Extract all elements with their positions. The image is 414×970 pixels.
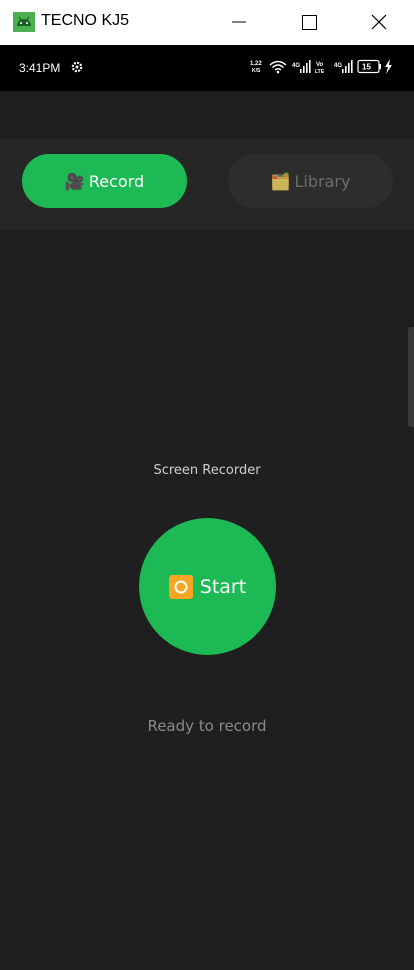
- android-status-bar: 3:41PM 1.22 K/S 4G Vo LTE 4G 15: [0, 45, 414, 91]
- tab-library-label: Library: [294, 171, 351, 191]
- tab-bar: 🎥 Record 🗂️ Library: [0, 139, 414, 230]
- network-type-2: 4G: [334, 63, 342, 69]
- settings-gear-icon: [71, 61, 83, 73]
- close-icon[interactable]: [365, 8, 393, 36]
- start-label: Start: [199, 575, 247, 598]
- volte-top: Vo: [316, 62, 324, 68]
- record-button-icon: [168, 574, 193, 599]
- battery-level: 15: [362, 63, 371, 72]
- charging-icon: [385, 59, 392, 74]
- signal-icon: [300, 60, 311, 73]
- status-icons: 1.22 K/S 4G Vo LTE 4G 15: [250, 59, 392, 75]
- tab-record-label: Record: [88, 171, 145, 191]
- movie-camera-icon: 🎥: [64, 171, 85, 191]
- net-speed-value: 1.22: [250, 61, 262, 67]
- window-titlebar: TECNO KJ5: [0, 0, 414, 45]
- android-icon: [13, 12, 35, 32]
- scrollbar[interactable]: [408, 327, 414, 427]
- volte-bottom: LTE: [315, 69, 325, 75]
- tab-library[interactable]: 🗂️ Library: [228, 154, 393, 208]
- net-speed-unit: K/S: [252, 68, 261, 74]
- network-type-1: 4G: [292, 63, 300, 69]
- recording-status: Ready to record: [147, 717, 267, 735]
- tab-record[interactable]: 🎥 Record: [22, 154, 187, 208]
- signal-icon-2: [342, 60, 353, 73]
- minimize-icon[interactable]: [225, 8, 253, 36]
- app-heading: Screen Recorder: [153, 463, 261, 478]
- emulator-window: TECNO KJ5 3:41PM 1.22 K/S 4G Vo LTE 4G 1…: [0, 0, 414, 970]
- start-recording-button[interactable]: Start: [139, 518, 276, 655]
- maximize-icon[interactable]: [295, 8, 323, 36]
- window-title: TECNO KJ5: [41, 12, 130, 29]
- folder-icon: 🗂️: [270, 171, 291, 191]
- status-time: 3:41PM: [19, 61, 61, 75]
- wifi-icon: [269, 60, 287, 74]
